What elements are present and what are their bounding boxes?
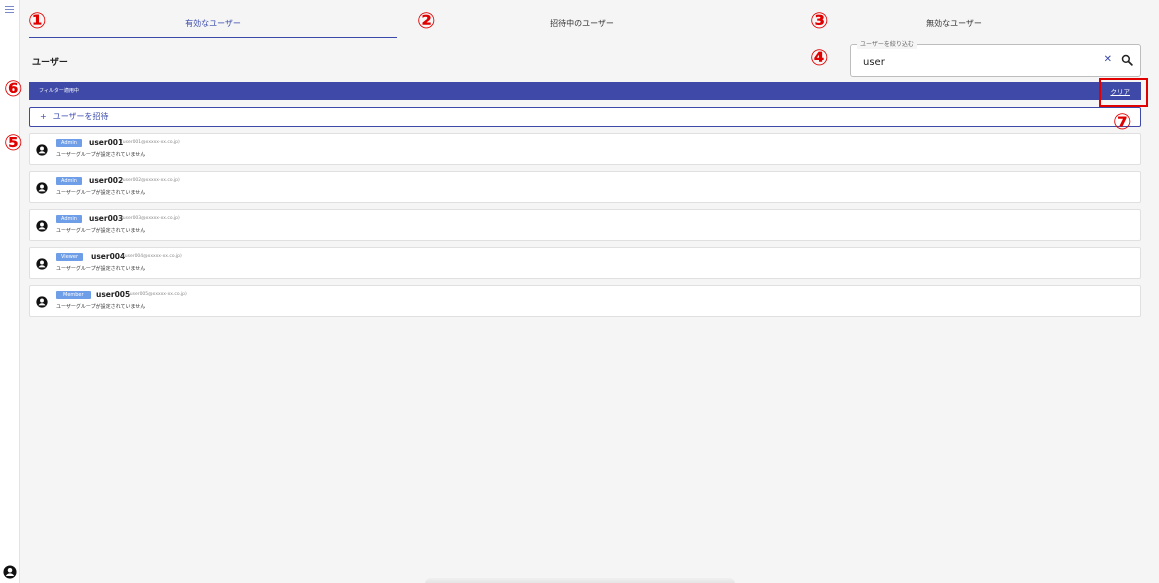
scroll-shadow — [425, 578, 735, 583]
account-icon — [36, 220, 48, 232]
filter-legend: ユーザーを絞り込む — [857, 40, 917, 49]
filter-applied-bar: フィルター適用中 クリア — [29, 82, 1141, 100]
list-item[interactable]: Admin user001 (user001@xxxxx-xx.co.jp) ユ… — [29, 133, 1141, 165]
search-icon[interactable] — [1121, 54, 1133, 66]
user-name: user002 — [89, 176, 124, 185]
filter-applied-label: フィルター適用中 — [39, 88, 79, 94]
tab-active-users[interactable]: 有効なユーザー — [29, 8, 397, 38]
user-name: user003 — [89, 214, 124, 223]
annotation-marker-5: ⑤ — [4, 131, 23, 156]
account-icon — [36, 144, 48, 156]
main-content: 有効なユーザー 招待中のユーザー 無効なユーザー ユーザー ユーザーを絞り込む … — [29, 0, 1141, 583]
annotation-highlight-box — [1099, 78, 1148, 107]
annotation-marker-4: ④ — [810, 46, 829, 71]
list-item[interactable]: Admin user003 (user003@xxxxx-xx.co.jp) ユ… — [29, 209, 1141, 241]
user-filter-input[interactable] — [863, 55, 1083, 69]
list-item[interactable]: Admin user002 (user002@xxxxx-xx.co.jp) ユ… — [29, 171, 1141, 203]
annotation-marker-3: ③ — [810, 9, 829, 34]
user-email: (user001@xxxxx-xx.co.jp) — [121, 140, 180, 145]
role-badge: Viewer — [56, 253, 83, 261]
annotation-marker-7: ⑦ — [1113, 110, 1132, 135]
account-icon[interactable] — [3, 565, 17, 579]
user-name: user004 — [91, 252, 126, 261]
role-badge: Admin — [56, 177, 82, 185]
role-badge: Admin — [56, 215, 82, 223]
role-badge: Admin — [56, 139, 82, 147]
annotation-marker-2: ② — [417, 9, 436, 34]
user-group: ユーザーグループが設定されていません — [56, 266, 146, 272]
plus-icon: + — [40, 112, 47, 121]
user-email: (user002@xxxxx-xx.co.jp) — [121, 178, 180, 183]
account-icon — [36, 258, 48, 270]
user-group: ユーザーグループが設定されていません — [56, 190, 146, 196]
user-group: ユーザーグループが設定されていません — [56, 152, 146, 158]
list-item[interactable]: Member user005 (user005@xxxxx-xx.co.jp) … — [29, 285, 1141, 317]
annotation-marker-6: ⑥ — [4, 77, 23, 102]
annotation-marker-1: ① — [28, 9, 47, 34]
role-badge: Member — [56, 291, 91, 299]
account-icon — [36, 296, 48, 308]
user-email: (user005@xxxxx-xx.co.jp) — [128, 292, 187, 297]
user-group: ユーザーグループが設定されていません — [56, 228, 146, 234]
user-email: (user004@xxxxx-xx.co.jp) — [123, 254, 182, 259]
account-icon — [36, 182, 48, 194]
invite-user-label: ユーザーを招待 — [52, 112, 109, 121]
page-title: ユーザー — [32, 58, 68, 68]
list-item[interactable]: Viewer user004 (user004@xxxxx-xx.co.jp) … — [29, 247, 1141, 279]
user-group: ユーザーグループが設定されていません — [56, 304, 146, 310]
user-tabs: 有効なユーザー 招待中のユーザー 無効なユーザー — [29, 8, 1141, 38]
invite-user-button[interactable]: + ユーザーを招待 — [29, 107, 1141, 127]
user-name: user001 — [89, 138, 124, 147]
close-icon[interactable]: ✕ — [1104, 54, 1112, 65]
user-list: Admin user001 (user001@xxxxx-xx.co.jp) ユ… — [29, 133, 1141, 323]
menu-icon[interactable] — [5, 6, 14, 13]
user-name: user005 — [96, 290, 131, 299]
tab-invited-users[interactable]: 招待中のユーザー — [397, 8, 767, 38]
user-filter-field: ユーザーを絞り込む ✕ — [850, 40, 1141, 77]
user-email: (user003@xxxxx-xx.co.jp) — [121, 216, 180, 221]
